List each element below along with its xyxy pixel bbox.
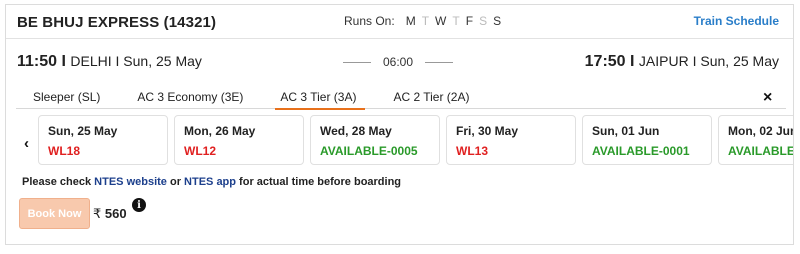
run-day-sat: S: [479, 14, 488, 28]
run-day-thu: T: [452, 14, 460, 28]
availability-days: Sun, 25 May WL18 Mon, 26 May WL12 Wed, 2…: [38, 113, 793, 173]
run-day-tue: T: [421, 14, 430, 28]
fare-amount: 560: [104, 206, 127, 221]
duration-line-left: [343, 61, 371, 63]
availability-date: Mon, 02 Jun: [728, 124, 793, 138]
route-info: 11:50 I DELHI I Sun, 25 May 06:00 17:50 …: [6, 40, 793, 82]
arrival-station: JAIPUR: [638, 53, 689, 69]
availability-status: WL12: [184, 144, 217, 158]
tab-ac3-tier[interactable]: AC 3 Tier (3A): [263, 87, 376, 110]
departure-separator: I: [57, 53, 71, 70]
arrival-separator: I: [625, 53, 639, 70]
ntes-note: Please check NTES website or NTES app fo…: [22, 176, 401, 188]
train-header: BE BHUJ EXPRESS (14321) Runs On: M T W T…: [6, 5, 793, 39]
note-prefix: Please check: [22, 176, 95, 188]
run-day-fri: F: [465, 14, 474, 28]
arrival-date: Sun, 25 May: [700, 53, 779, 69]
run-day-mon: M: [405, 14, 416, 28]
availability-date: Sun, 25 May: [48, 124, 118, 138]
ntes-app-link[interactable]: NTES app: [184, 176, 236, 188]
departure-date-separator: I: [111, 53, 124, 69]
availability-date: Sun, 01 Jun: [592, 124, 660, 138]
availability-status: WL13: [456, 144, 489, 158]
availability-card[interactable]: Fri, 30 May WL13: [446, 115, 576, 165]
availability-date: Fri, 30 May: [456, 124, 519, 138]
train-schedule-link[interactable]: Train Schedule: [694, 14, 779, 28]
run-day-sun: S: [493, 14, 502, 28]
departure-time: 11:50: [17, 53, 58, 70]
arrival: 17:50 I JAIPUR I Sun, 25 May: [585, 53, 779, 71]
run-day-wed: W: [435, 14, 447, 28]
currency-symbol: ₹: [93, 206, 102, 221]
availability-date: Wed, 28 May: [320, 124, 392, 138]
journey-duration: 06:00: [343, 55, 453, 69]
note-suffix: for actual time before boarding: [236, 176, 402, 188]
availability-card[interactable]: Sun, 25 May WL18: [38, 115, 168, 165]
runs-on: Runs On: M T W T F S S: [344, 14, 501, 28]
note-middle: or: [166, 176, 185, 188]
runs-on-label: Runs On:: [344, 14, 395, 28]
availability-status: AVAILABLE-0001: [592, 144, 690, 158]
availability-card[interactable]: Mon, 26 May WL12: [174, 115, 304, 165]
tab-sleeper[interactable]: Sleeper (SL): [16, 87, 120, 109]
departure: 11:50 I DELHI I Sun, 25 May: [17, 53, 202, 71]
availability-carousel: ‹ Sun, 25 May WL18 Mon, 26 May WL12 Wed,…: [6, 113, 793, 173]
duration-text: 06:00: [382, 55, 414, 69]
departure-station: DELHI: [70, 53, 112, 69]
close-icon[interactable]: ×: [763, 90, 772, 106]
train-name: BE BHUJ EXPRESS (14321): [17, 14, 217, 31]
chevron-left-icon[interactable]: ‹: [24, 135, 29, 152]
availability-card[interactable]: Sun, 01 Jun AVAILABLE-0001: [582, 115, 712, 165]
availability-card[interactable]: Mon, 02 Jun AVAILABLE: [718, 115, 793, 165]
availability-status: AVAILABLE: [728, 144, 793, 158]
availability-status: WL18: [48, 144, 81, 158]
book-now-button[interactable]: Book Now: [19, 198, 90, 229]
arrival-date-separator: I: [688, 53, 701, 69]
tab-ac3-economy[interactable]: AC 3 Economy (3E): [120, 87, 263, 109]
duration-line-right: [425, 61, 453, 63]
tab-ac2-tier[interactable]: AC 2 Tier (2A): [376, 87, 489, 109]
info-icon[interactable]: i: [132, 198, 146, 212]
arrival-time: 17:50: [584, 53, 626, 70]
train-card: BE BHUJ EXPRESS (14321) Runs On: M T W T…: [5, 4, 794, 245]
class-tabs: Sleeper (SL) AC 3 Economy (3E) AC 3 Tier…: [16, 87, 786, 110]
ntes-website-link[interactable]: NTES website: [94, 176, 167, 188]
availability-card[interactable]: Wed, 28 May AVAILABLE-0005: [310, 115, 440, 165]
availability-status: AVAILABLE-0005: [320, 144, 418, 158]
availability-date: Mon, 26 May: [184, 124, 256, 138]
fare-price: ₹ 560: [93, 206, 127, 222]
departure-date: Sun, 25 May: [123, 53, 202, 69]
